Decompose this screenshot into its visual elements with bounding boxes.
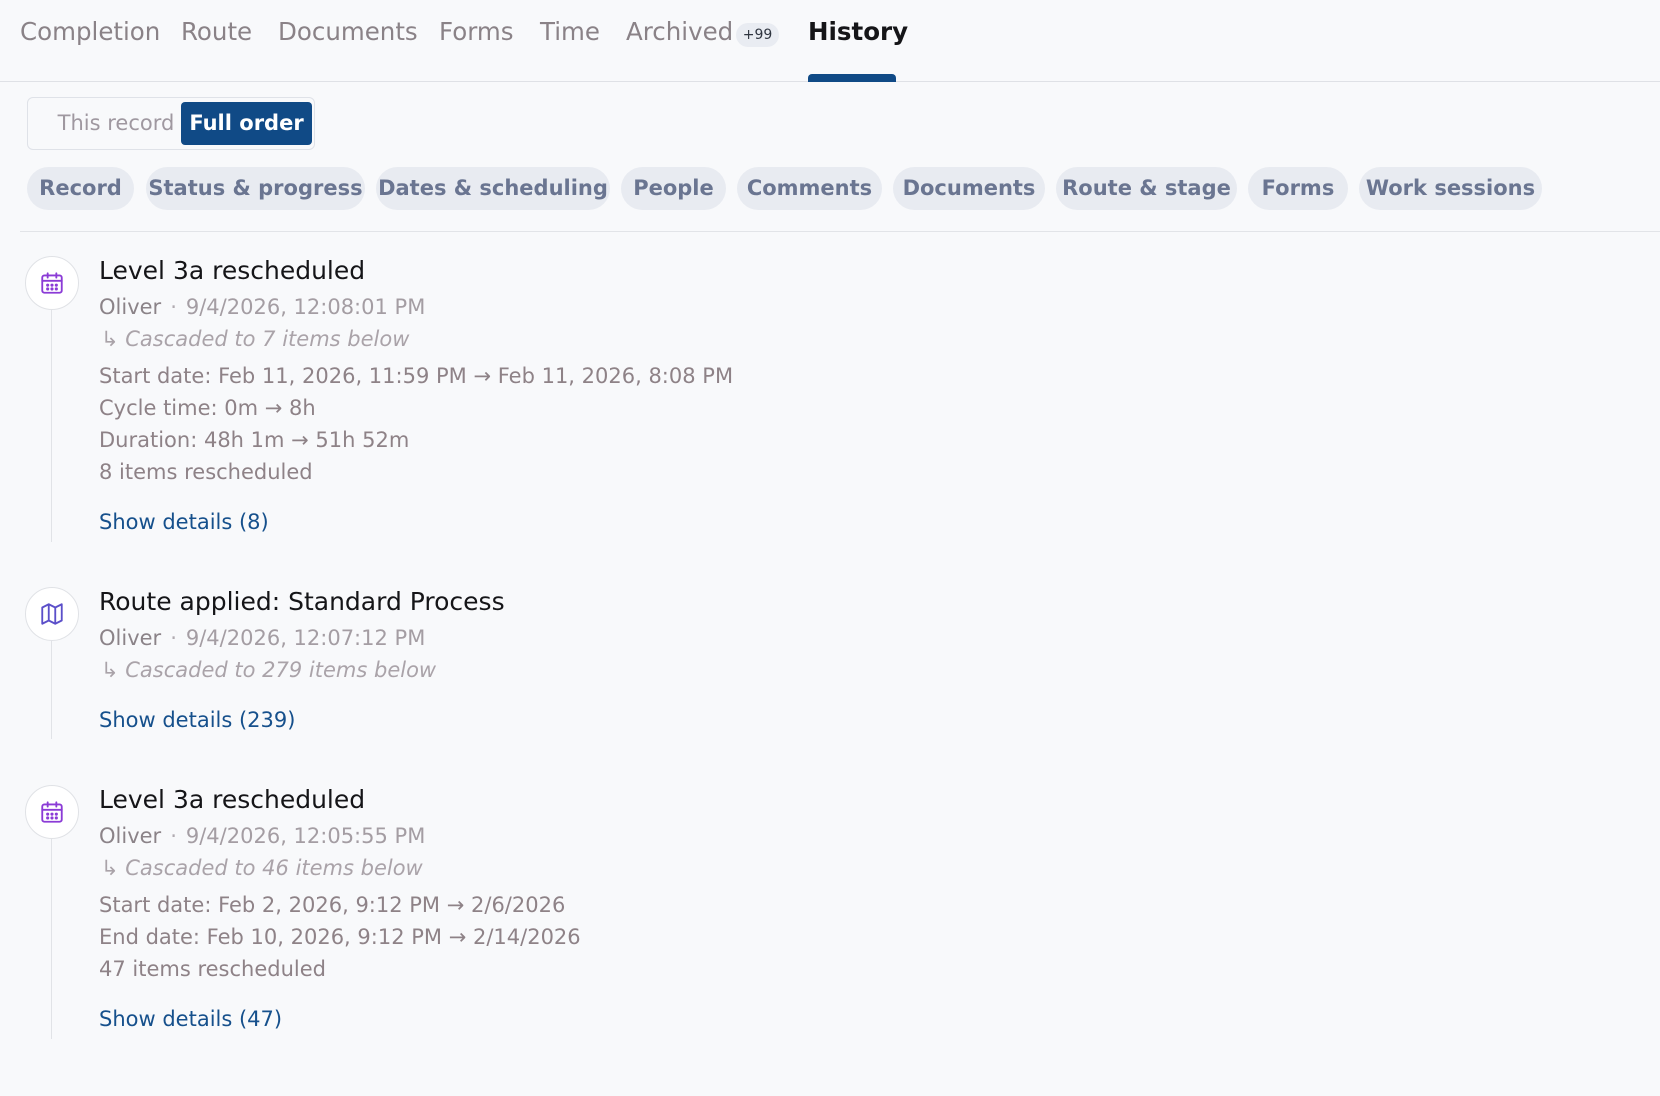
filter-chip-dates-scheduling[interactable]: Dates & scheduling (376, 167, 610, 210)
show-details-link[interactable]: Show details (47) (99, 1007, 282, 1031)
show-details-link[interactable]: Show details (239) (99, 708, 295, 732)
filter-chip-people[interactable]: People (621, 167, 726, 210)
divider (20, 231, 1660, 232)
filter-chip-forms[interactable]: Forms (1248, 167, 1348, 210)
meta-separator: · (170, 824, 177, 848)
event-timestamp: 9/4/2026, 12:07:12 PM (185, 626, 426, 650)
event-cascade-note: ↳ Cascaded to 7 items below (101, 327, 410, 351)
event-author: Oliver (99, 626, 162, 650)
scope-full-order-button[interactable]: Full order (181, 102, 312, 145)
tab-time[interactable]: Time (540, 17, 600, 46)
event-title: Level 3a rescheduled (99, 256, 366, 285)
filter-chip-route-stage[interactable]: Route & stage (1056, 167, 1237, 210)
event-timestamp: 9/4/2026, 12:08:01 PM (185, 295, 426, 319)
event-change-line: Start date: Feb 2, 2026, 9:12 PM → 2/6/2… (99, 893, 566, 917)
timeline-rail (51, 641, 52, 739)
scope-this-record-button[interactable]: This record (36, 102, 196, 145)
event-meta: Oliver · 9/4/2026, 12:07:12 PM (99, 626, 425, 650)
timeline-rail (51, 839, 52, 1039)
show-details-link[interactable]: Show details (8) (99, 510, 269, 534)
event-title: Level 3a rescheduled (99, 785, 366, 814)
event-icon-badge (25, 785, 79, 839)
meta-separator: · (170, 295, 177, 319)
tab-archived[interactable]: Archived (626, 17, 733, 46)
filter-chip-work-sessions[interactable]: Work sessions (1359, 167, 1542, 210)
filter-chip-documents[interactable]: Documents (893, 167, 1045, 210)
event-author: Oliver (99, 824, 162, 848)
event-icon-badge (25, 587, 79, 641)
scope-toggle: This record Full order (27, 97, 315, 150)
event-change-line: Start date: Feb 11, 2026, 11:59 PM → Feb… (99, 364, 734, 388)
event-meta: Oliver · 9/4/2026, 12:05:55 PM (99, 824, 425, 848)
event-change-line: End date: Feb 10, 2026, 9:12 PM → 2/14/2… (99, 925, 581, 949)
filter-chip-status-progress[interactable]: Status & progress (146, 167, 365, 210)
event-change-line: Cycle time: 0m → 8h (99, 396, 316, 420)
event-title: Route applied: Standard Process (99, 587, 505, 616)
tab-history[interactable]: History (808, 17, 908, 46)
timeline-rail (51, 310, 52, 542)
tab-documents[interactable]: Documents (278, 17, 418, 46)
tab-bar: Completion Route Documents Forms Time Ar… (0, 0, 1660, 82)
event-timestamp: 9/4/2026, 12:05:55 PM (185, 824, 426, 848)
filter-chip-record[interactable]: Record (27, 167, 134, 210)
event-change-line: 47 items rescheduled (99, 957, 326, 981)
active-tab-indicator (808, 74, 896, 82)
tab-completion[interactable]: Completion (20, 17, 160, 46)
event-meta: Oliver · 9/4/2026, 12:08:01 PM (99, 295, 425, 319)
event-cascade-note: ↳ Cascaded to 279 items below (101, 658, 437, 682)
calendar-icon (41, 272, 63, 294)
event-icon-badge (25, 256, 79, 310)
archived-count-badge: +99 (736, 23, 779, 47)
map-icon (41, 603, 63, 625)
event-author: Oliver (99, 295, 162, 319)
tab-forms[interactable]: Forms (439, 17, 513, 46)
tab-route[interactable]: Route (181, 17, 252, 46)
event-change-line: 8 items rescheduled (99, 460, 313, 484)
calendar-icon (41, 801, 63, 823)
filter-chip-comments[interactable]: Comments (737, 167, 882, 210)
meta-separator: · (170, 626, 177, 650)
event-cascade-note: ↳ Cascaded to 46 items below (101, 856, 423, 880)
event-change-line: Duration: 48h 1m → 51h 52m (99, 428, 410, 452)
